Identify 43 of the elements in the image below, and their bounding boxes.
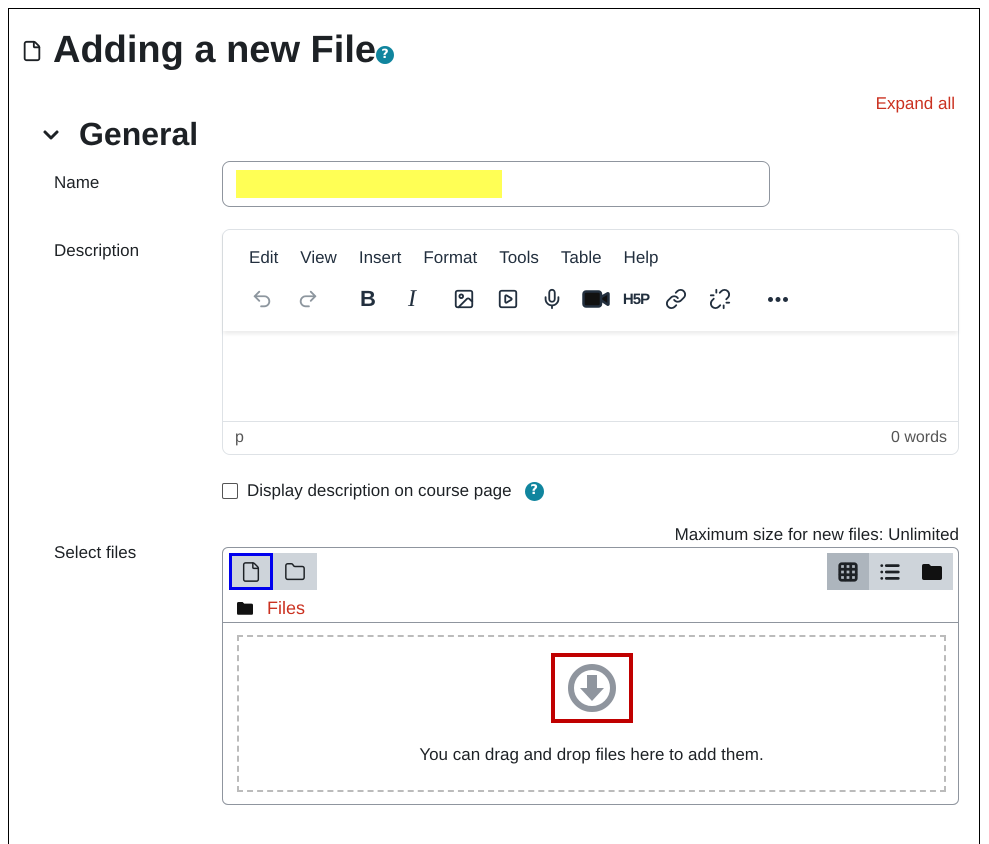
element-path: p (235, 429, 244, 447)
folder-icon (922, 564, 942, 580)
drop-hint: You can drag and drop files here to add them. (419, 745, 764, 765)
file-icon (240, 560, 262, 582)
bold-button[interactable]: B (351, 282, 385, 316)
max-size-note: Maximum size for new files: Unlimited (674, 525, 959, 545)
field-label: Description (54, 240, 140, 262)
folder-icon (284, 560, 306, 582)
image-icon (453, 288, 475, 310)
download-icon (566, 663, 616, 713)
redo-icon (297, 288, 319, 310)
drop-zone[interactable]: You can drag and drop files here to add them. (237, 635, 946, 792)
help-icon[interactable]: ? (524, 482, 544, 500)
menu-item[interactable]: Table (550, 242, 613, 274)
breadcrumb-link[interactable]: Files (267, 598, 306, 619)
file-icon (21, 40, 43, 62)
expand-all-link[interactable]: Expand all (876, 94, 955, 114)
undo-icon (251, 288, 273, 310)
italic-button[interactable]: I (395, 282, 429, 316)
link-icon (665, 288, 687, 310)
section-title: General (79, 116, 198, 153)
menu-item[interactable]: Insert (348, 242, 412, 274)
grid-view-button[interactable] (827, 553, 869, 590)
play-icon (497, 288, 519, 310)
checkbox[interactable] (222, 483, 238, 499)
add-file-button[interactable] (229, 553, 273, 590)
folder-icon (237, 602, 253, 615)
unlink-icon (709, 288, 731, 310)
menu-item[interactable]: View (289, 242, 348, 274)
field-label: Name (54, 172, 100, 194)
menu-item[interactable]: Help (612, 242, 670, 274)
help-icon[interactable]: ? (376, 46, 394, 64)
h5p-button[interactable]: H5P (619, 282, 653, 316)
menu-item[interactable]: Edit (239, 242, 290, 274)
menu-item[interactable]: Tools (488, 242, 550, 274)
more-icon (768, 296, 788, 302)
page-title: Adding a new File (53, 29, 376, 72)
grid-icon (837, 560, 859, 582)
menu-item[interactable]: Format (412, 242, 488, 274)
checkbox-label: Display description on course page (247, 481, 512, 501)
name-field[interactable] (222, 161, 770, 207)
field-label: Select files (54, 542, 138, 564)
word-count: 0 words (890, 429, 947, 447)
